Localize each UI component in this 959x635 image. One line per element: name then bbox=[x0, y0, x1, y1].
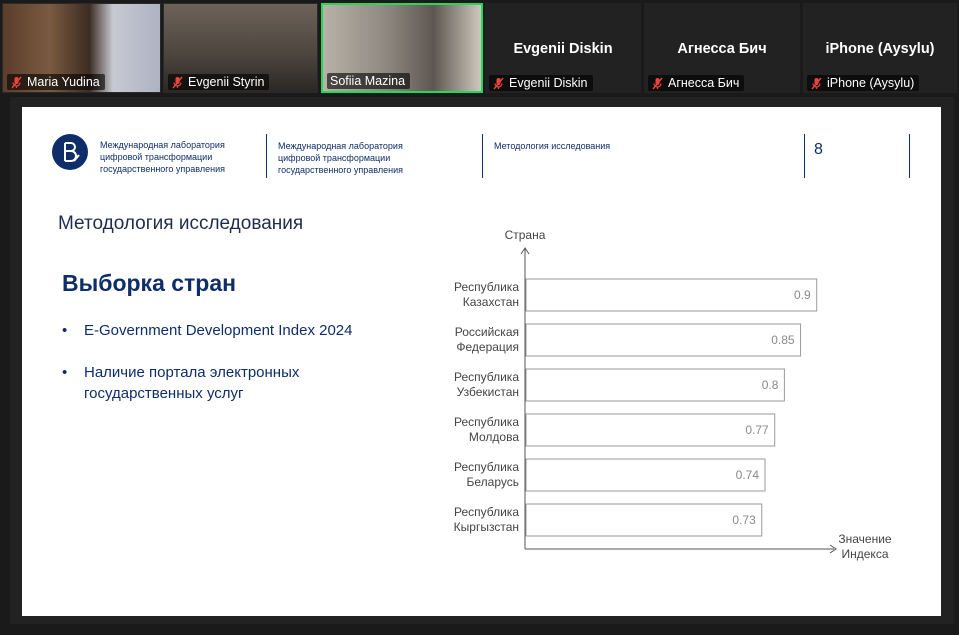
participant-name-bar: Агнесса Бич bbox=[648, 75, 745, 91]
mic-muted-icon bbox=[11, 76, 22, 88]
category-label: Республика Кыргызстан bbox=[454, 505, 520, 534]
page-number: 8 bbox=[814, 141, 823, 158]
participant-tile-active-speaker[interactable]: Sofiia Mazina bbox=[321, 3, 483, 93]
participant-name: Sofiia Mazina bbox=[330, 74, 406, 88]
category-label: Республика Молдова bbox=[454, 415, 519, 444]
bar-value-label: 0.77 bbox=[745, 423, 769, 437]
bar-value-label: 0.74 bbox=[736, 468, 760, 482]
participant-name-bar: Sofiia Mazina bbox=[327, 73, 411, 89]
bar-value-label: 0.85 bbox=[771, 333, 795, 347]
participant-name-bar: Maria Yudina bbox=[7, 74, 105, 90]
participant-strip: Maria Yudina Evgenii Styrin Sofiia Mazin… bbox=[0, 0, 959, 96]
presentation-slide: Международная лаборатория цифровой транс… bbox=[22, 107, 941, 616]
mic-muted-icon bbox=[493, 77, 504, 89]
mic-muted-icon bbox=[172, 76, 183, 88]
chart-bar bbox=[525, 368, 785, 402]
participant-name-bar: Evgenii Diskin bbox=[489, 75, 593, 91]
chart-svg: Страна Значение Индекса 0.9 Республика Каза… bbox=[454, 228, 892, 561]
participant-tile[interactable]: Агнесса Бич Агнесса Бич bbox=[644, 3, 800, 93]
bar-value-label: 0.8 bbox=[762, 378, 779, 392]
chart-bar bbox=[525, 278, 818, 312]
bullet-item: E-Government Development Index 2024 bbox=[62, 320, 422, 341]
header-org-name: Международная лаборатория цифровой транс… bbox=[100, 140, 225, 174]
bullet-item: Наличие портала электронных государствен… bbox=[62, 362, 422, 404]
header-section: Методология исследования bbox=[494, 141, 611, 151]
participant-name: Maria Yudina bbox=[27, 75, 100, 89]
y-axis-label: Страна bbox=[505, 228, 546, 242]
participant-name-bar: Evgenii Styrin bbox=[168, 74, 270, 90]
participant-name: iPhone (Aysylu) bbox=[827, 76, 915, 90]
hse-logo-icon bbox=[64, 142, 80, 162]
category-label: Республика Казахстан bbox=[454, 280, 519, 309]
header-divider bbox=[804, 134, 805, 178]
participant-display-name: Evgenii Diskin bbox=[513, 41, 613, 57]
participant-name: Evgenii Styrin bbox=[188, 75, 265, 89]
header-divider bbox=[266, 134, 267, 178]
category-label: Республика Беларусь bbox=[454, 460, 519, 489]
index-bar-chart: Страна Значение Индекса 0.9 Республика Каза… bbox=[422, 217, 922, 577]
chart-bar bbox=[525, 503, 763, 537]
participant-tile[interactable]: Evgenii Diskin Evgenii Diskin bbox=[485, 3, 641, 93]
slide-subtitle: Выборка стран bbox=[62, 270, 237, 296]
header-divider bbox=[909, 134, 910, 178]
participant-name: Агнесса Бич bbox=[668, 76, 740, 90]
bullet-list: E-Government Development Index 2024 Нали… bbox=[62, 320, 422, 425]
participant-tile[interactable]: Maria Yudina bbox=[2, 3, 161, 93]
participant-name: Evgenii Diskin bbox=[509, 76, 588, 90]
header-org-name-2: Международная лаборатория цифровой транс… bbox=[278, 141, 403, 175]
participant-display-name: Агнесса Бич bbox=[677, 41, 767, 57]
participant-tile[interactable]: Evgenii Styrin bbox=[163, 3, 318, 93]
category-label: Республика Узбекистан bbox=[454, 370, 519, 399]
mic-muted-icon bbox=[652, 77, 663, 89]
chart-bar bbox=[525, 413, 776, 447]
slide-title: Методология исследования bbox=[58, 213, 304, 234]
participant-display-name: iPhone (Aysylu) bbox=[825, 41, 935, 57]
bar-value-label: 0.73 bbox=[732, 513, 756, 527]
header-divider bbox=[482, 134, 483, 178]
bar-value-label: 0.9 bbox=[794, 288, 811, 302]
mic-muted-icon bbox=[811, 77, 822, 89]
participant-tile[interactable]: iPhone (Aysylu) iPhone (Aysylu) bbox=[803, 3, 957, 93]
chart-bar bbox=[525, 323, 802, 357]
participant-name-bar: iPhone (Aysylu) bbox=[807, 75, 920, 91]
category-label: Российская Федерация bbox=[455, 325, 519, 354]
chart-bar bbox=[525, 458, 766, 492]
hse-logo bbox=[52, 134, 88, 170]
x-axis-label: Значение Индекса bbox=[838, 532, 892, 561]
